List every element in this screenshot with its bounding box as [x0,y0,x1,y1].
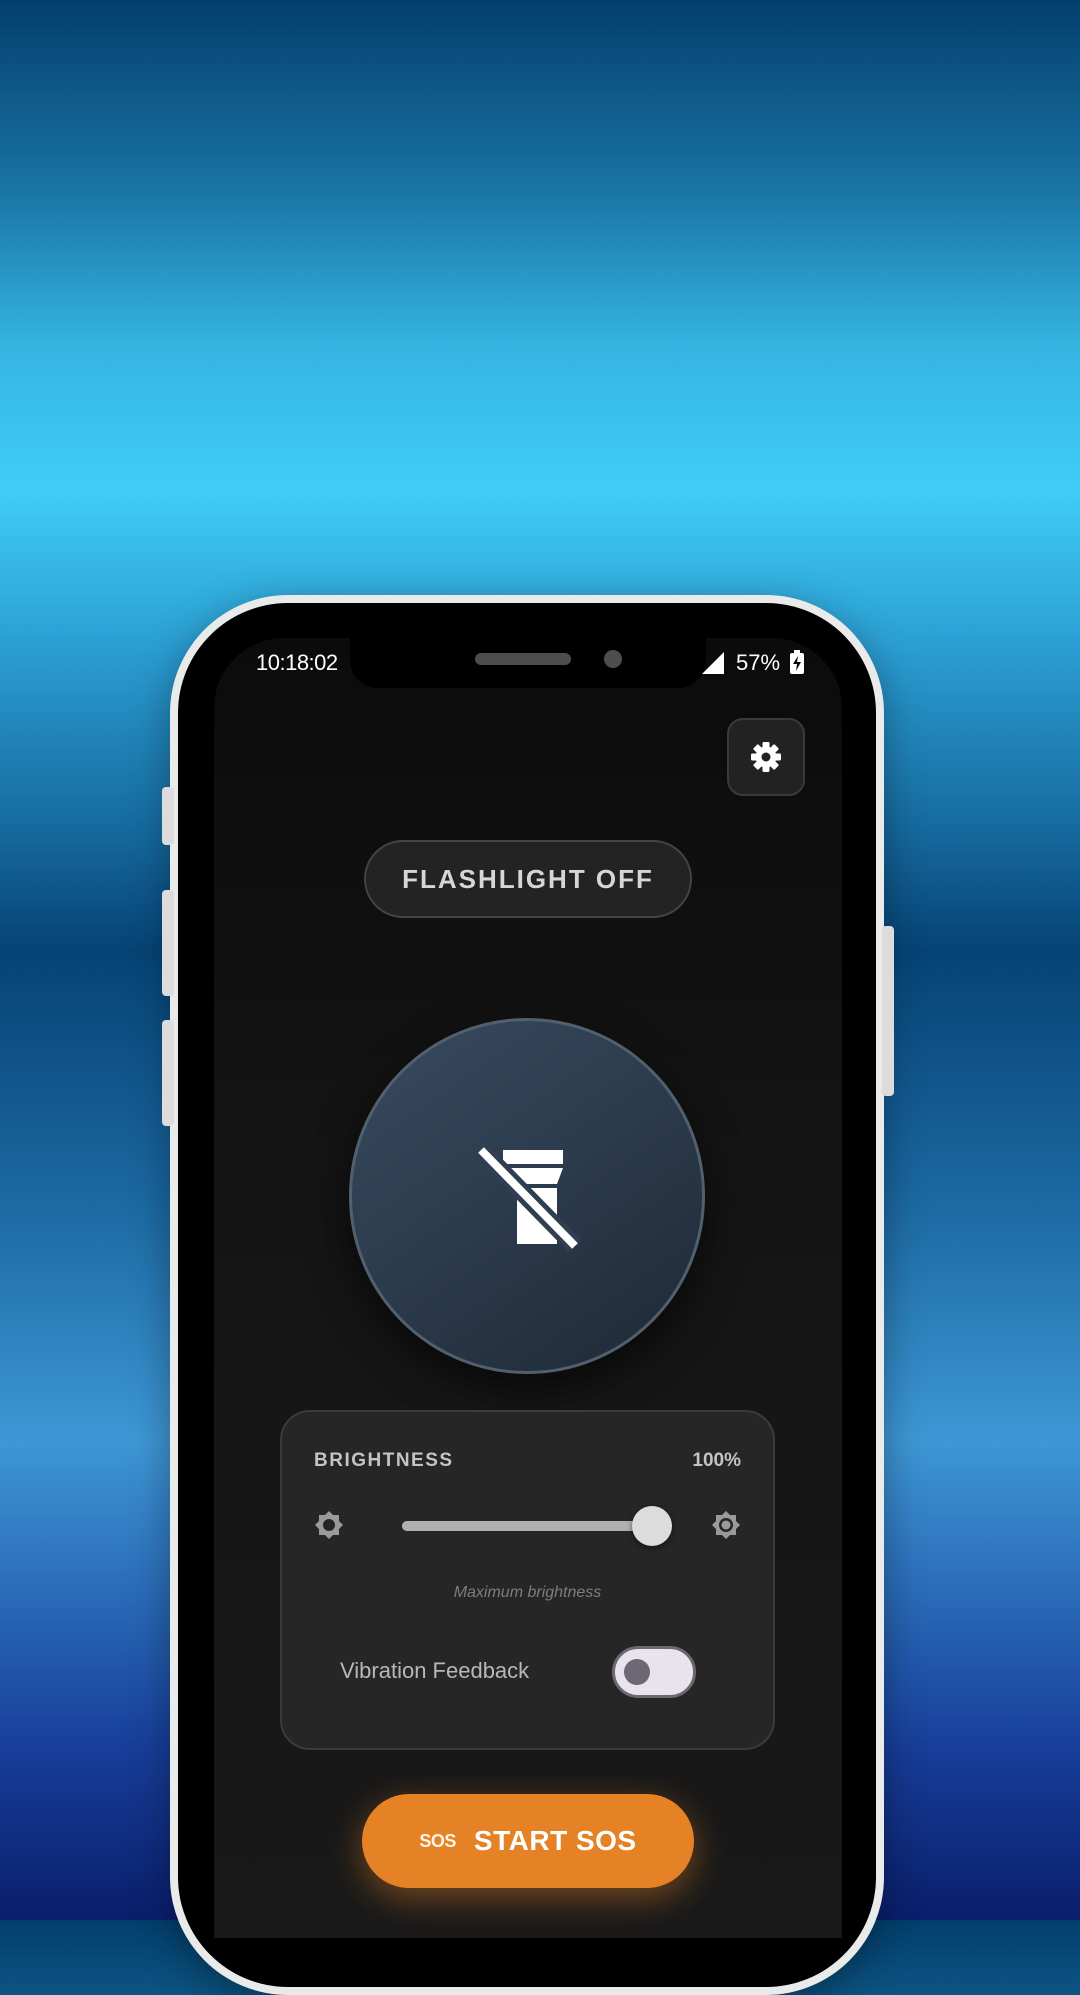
status-bar: 10:18:02 57% [214,638,842,688]
brightness-low-icon [315,1511,343,1539]
battery-percent: 57% [736,650,781,675]
brightness-high-icon [712,1511,740,1539]
start-sos-button[interactable]: SOS START SOS [362,1794,694,1888]
battery-charging-icon [790,650,804,674]
app-screen: 10:18:02 57% FLASHLIGHT OFF BRIGHTNESS 1… [214,638,842,1938]
settings-button[interactable] [727,718,805,796]
phone-volume-up-button [162,890,174,996]
brightness-slider-thumb[interactable] [632,1506,672,1546]
brightness-label: BRIGHTNESS [314,1450,454,1471]
control-panel: BRIGHTNESS 100% Maximum brightness Vibra… [280,1410,775,1750]
phone-power-button [882,926,894,1096]
phone-side-button [162,787,174,845]
status-time: 10:18:02 [256,650,338,675]
gear-icon [751,742,781,772]
earpiece-speaker [475,653,571,665]
flashlight-status-label: FLASHLIGHT OFF [364,840,692,918]
cell-signal-icon [702,652,724,674]
front-camera [604,650,622,668]
vibration-feedback-toggle[interactable] [612,1646,696,1698]
flashlight-toggle-button[interactable] [349,1018,705,1374]
sos-icon: SOS [419,1830,456,1851]
brightness-hint: Maximum brightness [453,1584,602,1601]
brightness-slider-fill [402,1521,652,1531]
notch [350,638,706,688]
flashlight-off-icon [474,1143,582,1253]
brightness-slider[interactable] [402,1506,672,1546]
toggle-knob [624,1659,650,1685]
start-sos-label: START SOS [473,1825,637,1856]
vibration-feedback-label: Vibration Feedback [340,1658,530,1683]
phone-volume-down-button [162,1020,174,1126]
brightness-value: 100% [692,1450,741,1471]
